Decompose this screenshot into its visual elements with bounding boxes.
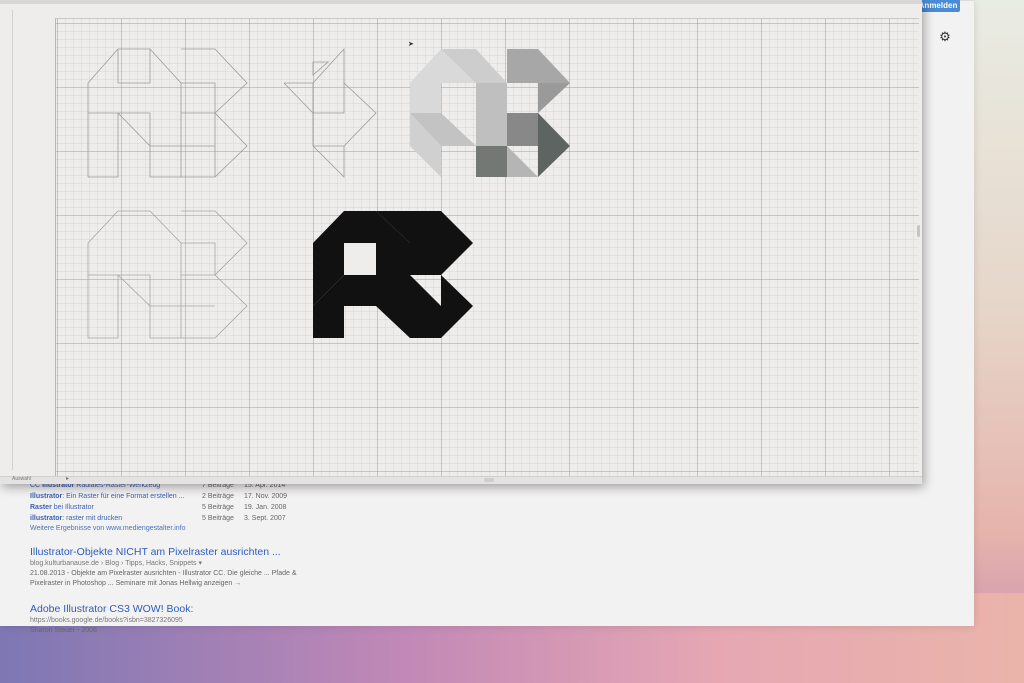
post-date: 19. Jan. 2008 — [244, 504, 287, 511]
black-letters — [313, 211, 473, 338]
post-count: 5 Beiträge — [202, 515, 234, 522]
result-title-link[interactable]: Illustrator-Objekte NICHT am Pixelraster… — [30, 545, 590, 559]
sub-result-row[interactable]: illustrator: raster mit drucken 5 Beiträ… — [30, 513, 590, 524]
sub-results: CC Illustrator Radiales-Raster-Werkzeug … — [30, 480, 590, 532]
post-count: 5 Beiträge — [202, 504, 234, 511]
result-url[interactable]: blog.kulturbanause.de › Blog › Tipps, Ha… — [30, 559, 590, 569]
post-date: 17. Nov. 2009 — [244, 493, 288, 500]
more-results-link[interactable]: Weitere Ergebnisse von www.mediengestalt… — [30, 525, 590, 532]
outline-letters-3 — [87, 210, 248, 339]
mouse-cursor-icon: ➤ — [408, 41, 414, 48]
search-results: CC Illustrator Radiales-Raster-Werkzeug … — [30, 480, 590, 636]
selection-tool-label[interactable]: Auswahl — [12, 476, 31, 482]
search-result: Adobe Illustrator CS3 WOW! Book: https:/… — [30, 602, 590, 636]
sub-result-row[interactable]: Illustrator: Ein Raster für eine Format … — [30, 491, 590, 502]
result-snippet: 21.08.2013 - Objekte am Pixelraster ausr… — [30, 570, 297, 577]
gear-icon: ⚙ — [939, 29, 951, 44]
result-snippet: Sharon Steuer - 2008 — [30, 627, 97, 634]
post-date: 3. Sept. 2007 — [244, 515, 286, 522]
geometric-letters-icon — [87, 47, 570, 339]
result-url[interactable]: https://books.google.de/books?isbn=38273… — [30, 616, 590, 626]
outline-letters-1 — [87, 48, 248, 178]
post-count: 2 Beiträge — [202, 493, 234, 500]
selection-arrow-icon[interactable]: ▸ — [66, 475, 69, 482]
horizontal-scrollbar[interactable] — [484, 478, 494, 482]
status-bar: Auswahl ▸ — [0, 476, 922, 484]
outline-letters-2 — [283, 47, 377, 178]
result-title-link[interactable]: Adobe Illustrator CS3 WOW! Book: — [30, 602, 590, 616]
grey-letters — [410, 49, 570, 177]
sub-result-row[interactable]: Raster bei Illustrator 5 Beiträge 19. Ja… — [30, 502, 590, 513]
vertical-scrollbar[interactable] — [917, 225, 920, 237]
search-result: Illustrator-Objekte NICHT am Pixelraster… — [30, 545, 590, 589]
result-snippet: Pixelraster in Photoshop ... Seminare mi… — [30, 580, 242, 587]
settings-button[interactable]: ⚙ — [934, 27, 956, 47]
illustrator-window: ➤ Auswahl ▸ — [0, 0, 922, 484]
login-button[interactable]: Anmelden — [916, 0, 960, 12]
